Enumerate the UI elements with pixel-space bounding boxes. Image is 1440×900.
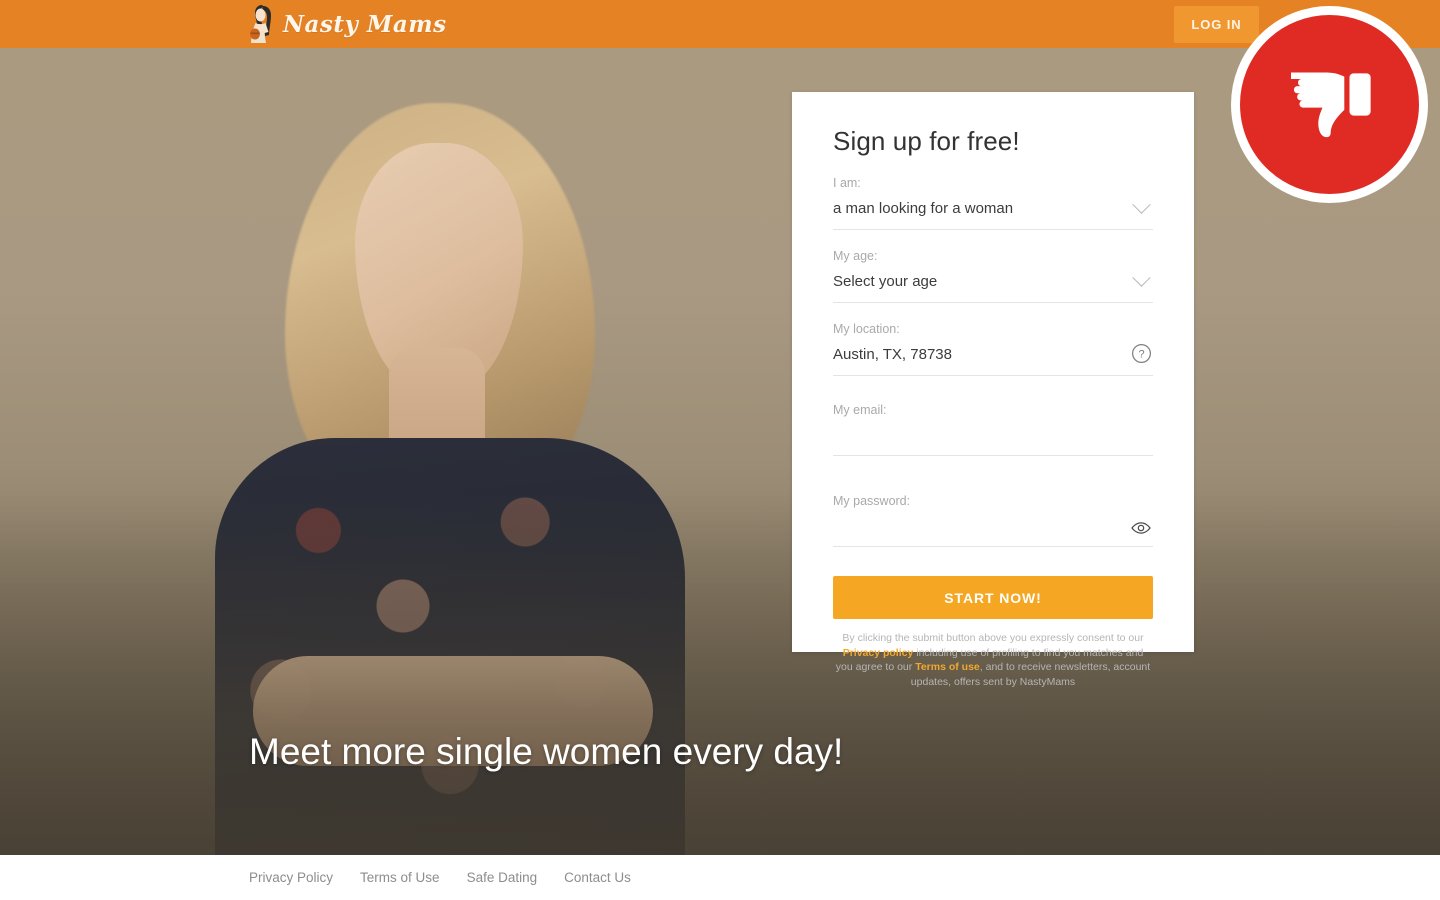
- disclaimer-part1: By clicking the submit button above you …: [842, 632, 1144, 644]
- chevron-down-icon[interactable]: [1129, 267, 1153, 292]
- privacy-policy-link[interactable]: Privacy policy: [843, 647, 914, 659]
- field-age[interactable]: My age: Select your age: [833, 247, 1153, 303]
- question-mark-icon[interactable]: ?: [1129, 341, 1153, 365]
- field-value-email: [833, 433, 1153, 455]
- chevron-down-icon[interactable]: [1129, 194, 1153, 219]
- field-value-age: Select your age: [833, 273, 938, 290]
- field-label-location: My location:: [833, 322, 900, 336]
- eye-icon[interactable]: [1129, 516, 1153, 540]
- woman-illustration-icon: [243, 3, 277, 45]
- hero-section: Meet more single women every day!: [0, 48, 1440, 855]
- signup-disclaimer: By clicking the submit button above you …: [833, 631, 1153, 690]
- model-floral-top: [215, 438, 685, 855]
- footer-link-privacy-policy[interactable]: Privacy Policy: [249, 870, 333, 885]
- field-password[interactable]: My password:: [833, 484, 1153, 547]
- site-footer: Privacy Policy Terms of Use Safe Dating …: [0, 855, 1440, 900]
- login-button[interactable]: LOG IN: [1174, 6, 1259, 43]
- field-value-location: Austin, TX, 78738: [833, 346, 952, 363]
- field-label-gender-preference: I am:: [833, 176, 861, 190]
- field-value-password: [833, 524, 1153, 546]
- field-value-gender-preference: a man looking for a woman: [833, 200, 1014, 217]
- logo-wordmark: Nasty Mams: [283, 10, 447, 38]
- thumbs-down-badge: [1231, 6, 1428, 203]
- field-label-email: My email:: [833, 403, 887, 417]
- footer-link-terms-of-use[interactable]: Terms of Use: [360, 870, 440, 885]
- svg-text:?: ?: [1138, 348, 1144, 360]
- site-header: Nasty Mams LOG IN: [0, 0, 1440, 48]
- signup-title: Sign up for free!: [833, 126, 1020, 156]
- footer-links: Privacy Policy Terms of Use Safe Dating …: [249, 870, 631, 885]
- footer-link-safe-dating[interactable]: Safe Dating: [467, 870, 538, 885]
- page-root: Nasty Mams LOG IN Meet more single women…: [0, 0, 1440, 900]
- thumbs-down-icon: [1278, 53, 1382, 157]
- field-label-age: My age:: [833, 249, 878, 263]
- site-logo[interactable]: Nasty Mams: [243, 2, 447, 46]
- signup-form-card: Sign up for free! I am: a man looking fo…: [792, 92, 1194, 688]
- field-location[interactable]: My location: Austin, TX, 78738 ?: [833, 320, 1153, 376]
- hero-headline: Meet more single women every day!: [249, 731, 844, 772]
- field-gender-preference[interactable]: I am: a man looking for a woman: [833, 174, 1153, 230]
- terms-of-use-link[interactable]: Terms of use: [915, 661, 980, 673]
- footer-link-contact-us[interactable]: Contact Us: [564, 870, 631, 885]
- field-label-password: My password:: [833, 494, 911, 508]
- field-email[interactable]: My email:: [833, 393, 1153, 456]
- start-now-button[interactable]: START NOW!: [833, 576, 1153, 619]
